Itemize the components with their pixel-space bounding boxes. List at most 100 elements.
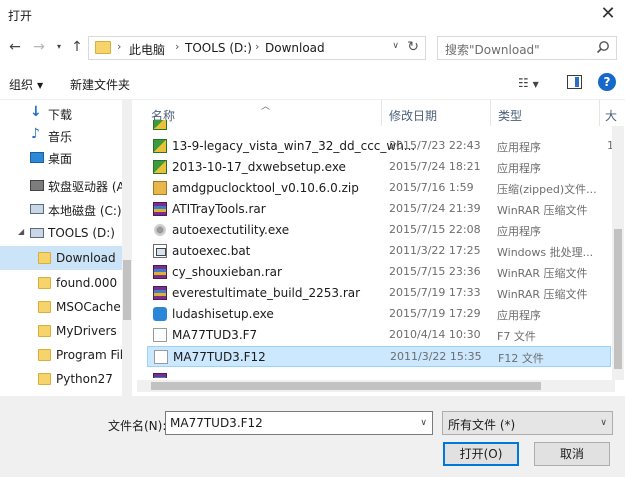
cancel-button[interactable]: 取消: [534, 442, 610, 466]
floppy-drive-icon: [30, 180, 44, 191]
sidebar-item-music[interactable]: ♪ 音乐: [0, 124, 122, 146]
file-name: cy_shouxieban.rar: [172, 265, 282, 279]
navigation-bar: ← → ▾ ↑ › 此电脑 › TOOLS (D:) › Download ∨ …: [0, 30, 625, 66]
filename-label: 文件名(N):: [108, 419, 167, 433]
breadcrumb-tools-drive[interactable]: TOOLS (D:): [185, 41, 252, 55]
file-date: 2015/7/15 23:36: [389, 265, 481, 278]
file-date: 2010/4/14 10:30: [389, 328, 481, 341]
sidebar-item-local-disk-c[interactable]: 本地磁盘 (C:): [0, 198, 122, 220]
file-list-horizontal-scrollbar[interactable]: [137, 380, 615, 392]
table-row-partial[interactable]: [147, 120, 611, 130]
open-button[interactable]: 打开(O): [443, 442, 519, 466]
sidebar-item-label: 本地磁盘 (C:): [48, 204, 122, 218]
winrar-archive-icon: [153, 265, 167, 279]
table-row[interactable]: amdgpuclocktool_v0.10.6.0.zip 2015/7/16 …: [147, 178, 611, 199]
view-options-icon[interactable]: ☷ ▼: [518, 76, 539, 90]
folder-icon: [38, 349, 51, 361]
table-row[interactable]: everestultimate_build_2253.rar 2015/7/19…: [147, 283, 611, 304]
file-name: ludashisetup.exe: [172, 307, 274, 321]
file-type: F7 文件: [497, 330, 536, 343]
up-arrow-icon[interactable]: ↑: [68, 38, 86, 56]
file-name: everestultimate_build_2253.rar: [172, 286, 361, 300]
search-icon[interactable]: [596, 40, 610, 54]
blank-file-icon: [153, 328, 167, 342]
table-row[interactable]: 2013-10-17_dxwebsetup.exe 2015/7/24 18:2…: [147, 157, 611, 178]
sidebar-item-program-files[interactable]: Program File: [0, 344, 131, 366]
file-date: 2015/7/19 17:29: [389, 307, 481, 320]
breadcrumb-separator-icon[interactable]: ›: [255, 40, 259, 53]
sidebar-item-download-folder[interactable]: Download: [0, 246, 122, 270]
table-row[interactable]: 13-9-legacy_vista_win7_32_dd_ccc_wh... 2…: [147, 136, 621, 157]
table-row[interactable]: autoexectutility.exe 2015/7/15 22:08 应用程…: [147, 220, 611, 241]
sidebar-item-downloads[interactable]: ↓ 下载: [0, 102, 122, 124]
blank-file-icon: [154, 350, 168, 364]
scrollbar-thumb[interactable]: [614, 229, 622, 369]
winrar-archive-icon: [153, 373, 167, 378]
table-row[interactable]: autoexec.bat 2011/3/22 17:25 Windows 批处理…: [147, 241, 611, 262]
search-box[interactable]: 搜索"Download": [437, 36, 617, 60]
breadcrumb-download[interactable]: Download: [265, 41, 325, 55]
forward-arrow-icon[interactable]: →: [30, 38, 48, 56]
file-date: 2015/7/24 18:21: [389, 160, 481, 173]
address-dropdown-icon[interactable]: ∨: [392, 41, 399, 51]
filetype-select[interactable]: 所有文件 (*) ∨: [442, 411, 613, 435]
sidebar-item-msocache[interactable]: MSOCache: [0, 296, 122, 318]
organize-label: 组织: [9, 78, 34, 92]
sidebar-item-found[interactable]: found.000: [0, 272, 122, 294]
file-type: 应用程序: [497, 162, 541, 175]
back-arrow-icon[interactable]: ←: [6, 38, 24, 56]
folder-icon: [38, 325, 51, 337]
expand-chevron-icon[interactable]: ◢: [18, 227, 24, 236]
table-row-partial[interactable]: [147, 370, 611, 378]
breadcrumb-separator-icon[interactable]: ›: [117, 40, 121, 53]
chevron-down-icon[interactable]: ∨: [600, 418, 607, 428]
file-name: autoexectutility.exe: [172, 223, 290, 237]
breadcrumb-separator-icon[interactable]: ›: [175, 40, 179, 53]
recent-locations-chevron-icon[interactable]: ▾: [50, 38, 68, 56]
breadcrumb-this-pc[interactable]: 此电脑: [129, 41, 165, 58]
sidebar-item-tools-d[interactable]: ◢ TOOLS (D:): [0, 222, 122, 244]
sidebar-item-label: Python27: [56, 372, 113, 386]
table-row-selected[interactable]: MA77TUD3.F12 2011/3/22 15:35 F12 文件: [147, 346, 611, 367]
winrar-archive-icon: [153, 202, 167, 216]
filename-value[interactable]: MA77TUD3.F12: [170, 416, 263, 430]
file-list-vertical-scrollbar[interactable]: [612, 126, 624, 380]
folder-icon: [38, 277, 51, 289]
file-name: MA77TUD3.F12: [173, 350, 266, 364]
sidebar-item-floppy[interactable]: 软盘驱动器 (A:: [0, 174, 129, 196]
help-icon[interactable]: ?: [598, 73, 616, 91]
winrar-archive-icon: [153, 286, 167, 300]
sidebar-item-label: 下载: [48, 108, 73, 122]
table-row[interactable]: MA77TUD3.F7 2010/4/14 10:30 F7 文件: [147, 325, 611, 346]
disk-icon: [30, 204, 44, 214]
sidebar-item-label: MSOCache: [56, 300, 121, 314]
dialog-footer: 文件名(N): MA77TUD3.F12 ∨ 所有文件 (*) ∨ 打开(O) …: [0, 396, 625, 477]
folder-icon: [38, 373, 51, 385]
download-arrow-icon: ↓: [30, 104, 42, 120]
file-date: 2015/7/19 17:33: [389, 286, 481, 299]
table-row[interactable]: ludashisetup.exe 2015/7/19 17:29 应用程序: [147, 304, 611, 325]
sidebar-scrollbar[interactable]: [122, 100, 132, 396]
disk-icon: [30, 228, 44, 238]
chevron-down-icon[interactable]: ∨: [420, 418, 427, 428]
close-icon[interactable]: ✕: [591, 0, 625, 30]
address-bar[interactable]: › 此电脑 › TOOLS (D:) › Download ∨ ↻: [88, 36, 426, 60]
ludashi-app-icon: [153, 307, 167, 321]
file-date: 2015/7/16 1:59: [389, 181, 474, 194]
organize-button[interactable]: 组织 ▼: [9, 76, 43, 93]
scrollbar-thumb[interactable]: [151, 382, 541, 390]
preview-pane-icon[interactable]: [567, 75, 582, 89]
sidebar-item-python27[interactable]: Python27: [0, 368, 122, 390]
sort-ascending-icon: ︿: [261, 102, 271, 112]
sidebar-item-desktop[interactable]: 桌面: [0, 146, 122, 168]
file-type: WinRAR 压缩文件: [497, 204, 588, 217]
refresh-icon[interactable]: ↻: [407, 39, 419, 55]
sidebar-item-mydrivers[interactable]: MyDrivers: [0, 320, 122, 342]
file-type: WinRAR 压缩文件: [497, 267, 588, 280]
table-row[interactable]: cy_shouxieban.rar 2015/7/15 23:36 WinRAR…: [147, 262, 611, 283]
table-row[interactable]: ATITrayTools.rar 2015/7/24 21:39 WinRAR …: [147, 199, 611, 220]
file-date: 2015/7/24 21:39: [389, 202, 481, 215]
new-folder-button[interactable]: 新建文件夹: [70, 76, 130, 93]
filename-input[interactable]: MA77TUD3.F12 ∨: [165, 411, 433, 435]
scrollbar-thumb[interactable]: [123, 260, 131, 320]
